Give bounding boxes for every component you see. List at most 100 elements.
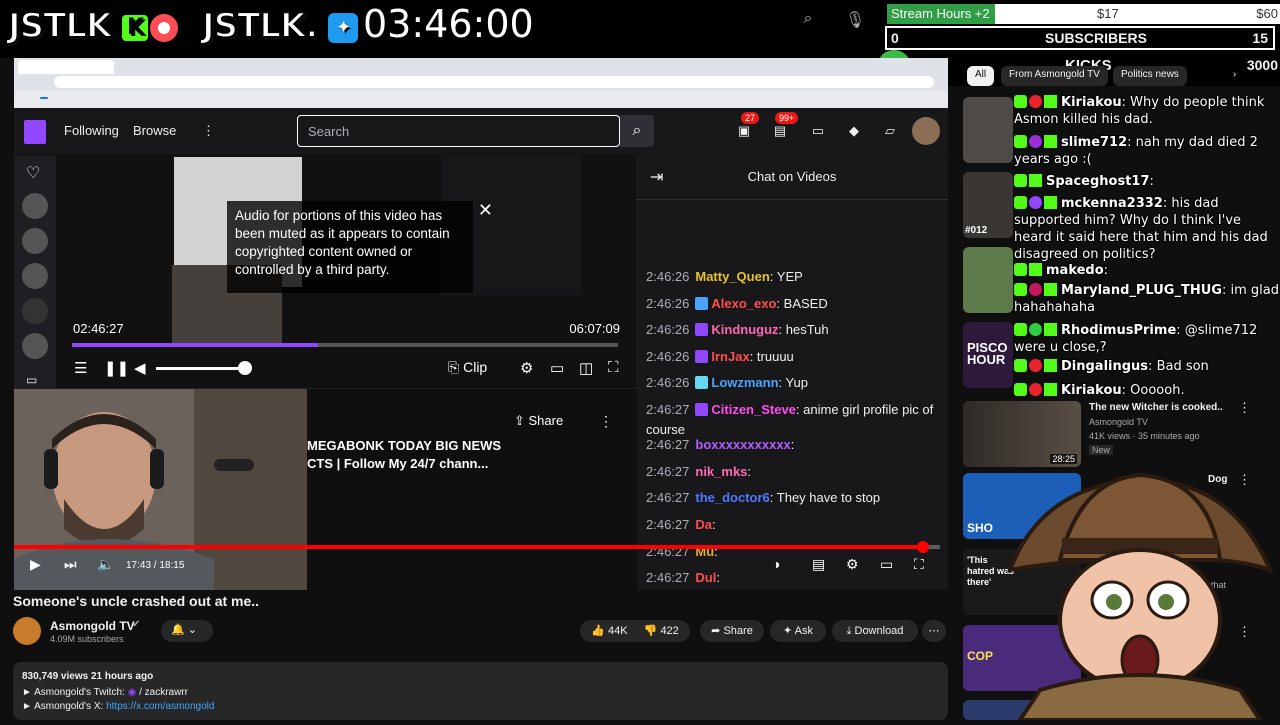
volume-icon[interactable]: 🔈 [97, 556, 114, 573]
chat-username[interactable]: Citizen_Steve [711, 402, 796, 417]
rec-thumbnail[interactable]: PISCO HOUR [963, 322, 1013, 388]
kick-chat-username[interactable]: Kiriakou [1061, 95, 1122, 110]
youtube-progress-bar[interactable] [14, 541, 940, 553]
kick-chat-username[interactable]: Kiriakou [1061, 383, 1122, 398]
chat-username[interactable]: boxxxxxxxxxxx [695, 437, 790, 452]
overlay-share-button[interactable]: ⇪ Share [514, 413, 563, 429]
rec-more-icon[interactable]: ⋮ [1238, 400, 1251, 416]
kick-chat-username[interactable]: Maryland_PLUG_THUG [1061, 283, 1222, 298]
desc-twitch-value[interactable]: / zackrawrr [139, 687, 188, 698]
rec-title[interactable]: The new Witcher is cooked.. [1089, 402, 1229, 413]
set-default-button[interactable] [40, 97, 48, 99]
rec-thumbnail[interactable] [963, 247, 1013, 313]
heart-icon[interactable]: ♡ [26, 163, 40, 183]
bits-icon[interactable]: ▱ [882, 123, 898, 139]
settings-icon[interactable]: ⚙ [520, 359, 533, 377]
nav-browse[interactable]: Browse [133, 123, 176, 138]
chat-username[interactable]: Dul [695, 570, 716, 585]
chip-all[interactable]: All [967, 66, 995, 86]
miniplayer-icon[interactable]: ◫ [579, 359, 593, 377]
crown-icon[interactable]: ◆ [846, 123, 862, 139]
chat-username[interactable]: Matty_Quen [695, 269, 769, 284]
kick-chat-username[interactable]: slime712 [1061, 135, 1127, 150]
stream-hours-label: Stream Hours +2 [887, 4, 995, 24]
rec-channel[interactable]: Asmongold TV [1089, 417, 1148, 427]
rec-thumbnail[interactable] [963, 97, 1013, 163]
microphone-icon[interactable]: 🎙 [845, 10, 865, 30]
download-button[interactable]: ⤓ Download [832, 620, 918, 642]
fullscreen-icon[interactable]: ⛶ [608, 359, 619, 376]
volume-slider-handle[interactable] [238, 361, 252, 375]
sidebar-channel-avatar[interactable] [22, 298, 48, 324]
notification-bell-button[interactable]: 🔔 ⌄ [161, 620, 213, 642]
chip-politics[interactable]: Politics news [1113, 66, 1187, 86]
chat-timestamp: 2:46:26 [646, 322, 690, 337]
video-icon[interactable]: ▭ [26, 373, 37, 387]
dislike-button[interactable]: 👎 422 [644, 625, 679, 637]
youtube-player-overlay[interactable]: ⇪ Share ⋮ MEGABONK TODAY BIG NEWS CTS | … [307, 389, 637, 590]
sidebar-channel-avatar[interactable] [22, 333, 48, 359]
kick-chat-username[interactable]: Spaceghost17 [1046, 174, 1150, 189]
close-icon[interactable]: ✕ [478, 201, 493, 219]
chat-username[interactable]: Lowzmann [711, 375, 778, 390]
search-input[interactable]: Search [297, 115, 620, 147]
more-menu-icon[interactable]: ⋮ [202, 123, 215, 139]
overlay-more-icon[interactable]: ⋮ [599, 413, 613, 430]
subscribers-count: 0 [891, 30, 899, 46]
subtitles-icon[interactable]: ▤ [812, 556, 825, 573]
theater-icon[interactable]: ▭ [880, 556, 893, 573]
play-icon[interactable]: ▶ [30, 556, 41, 573]
rec-thumbnail[interactable]: #012 [963, 172, 1013, 238]
description-box[interactable]: 830,749 views 21 hours ago ► Asmongold's… [13, 662, 948, 720]
chip-from-channel[interactable]: From Asmongold TV [1001, 66, 1108, 86]
sidebar-channel-avatar[interactable] [22, 193, 48, 219]
twitch-logo-icon[interactable] [24, 120, 46, 144]
chat-username[interactable]: the_doctor6 [695, 490, 769, 505]
chapters-icon[interactable]: ☰ [74, 359, 87, 377]
pause-icon[interactable]: ❚❚ [104, 359, 129, 377]
desc-twitch-label: ► Asmongold's Twitch: [22, 687, 125, 698]
youtube-progress-handle[interactable] [917, 541, 929, 553]
chat-username[interactable]: nik_mks [695, 464, 747, 479]
search-icon[interactable]: ⌕ [798, 10, 818, 30]
like-button[interactable]: 👍 44K [591, 625, 627, 637]
chat-badge-icon [695, 350, 709, 363]
notifications-icon[interactable]: ▣ [736, 123, 752, 139]
user-avatar[interactable] [912, 117, 940, 145]
chat-bubble-icon[interactable]: ▭ [810, 123, 826, 139]
twitch-video-player[interactable]: Audio for portions of this video has bee… [56, 155, 636, 388]
chevron-right-icon[interactable]: › [1225, 66, 1244, 86]
kick-chat-username[interactable]: Dingalingus [1061, 359, 1148, 374]
kick-chat-username[interactable]: makedo [1046, 263, 1104, 278]
nav-following[interactable]: Following [64, 123, 119, 138]
channel-name[interactable]: Asmongold TV [50, 619, 135, 633]
chat-username[interactable]: Kindnuguz [711, 322, 778, 337]
desc-x-link[interactable]: https://x.com/asmongold [106, 701, 214, 712]
sidebar-channel-avatar[interactable] [22, 228, 48, 254]
volume-muted-icon[interactable]: ◀ [134, 359, 146, 377]
channel-avatar[interactable] [13, 617, 41, 645]
address-bar[interactable] [54, 76, 934, 88]
chat-username[interactable]: Da [695, 517, 712, 532]
chat-username[interactable]: IrnJax [711, 349, 749, 364]
autoplay-toggle[interactable]: ◑ [772, 556, 780, 572]
fullscreen-icon[interactable]: ⛶ [914, 556, 924, 573]
kick-chat-username[interactable]: mckenna2332 [1061, 196, 1163, 211]
more-actions-button[interactable]: ⋯ [922, 620, 946, 642]
browser-tab[interactable] [18, 60, 114, 74]
chat-username[interactable]: Alexo_exo [711, 296, 776, 311]
ask-button[interactable]: ✦ Ask [770, 620, 826, 642]
clip-button[interactable]: ⎘ Clip [448, 359, 487, 376]
share-button[interactable]: ➦ Share [700, 620, 764, 642]
sidebar-channel-avatar[interactable] [22, 263, 48, 289]
whispers-icon[interactable]: ▤ [772, 123, 788, 139]
player-seekbar[interactable] [72, 343, 618, 347]
thumb-text: COP [967, 649, 994, 663]
settings-icon[interactable]: ⚙ [846, 556, 859, 573]
volume-slider[interactable] [156, 367, 246, 370]
kick-chat-username[interactable]: RhodimusPrime [1061, 323, 1176, 338]
next-icon[interactable]: ⏭ [64, 556, 77, 573]
search-button[interactable]: ⌕ [620, 115, 654, 147]
rec-thumbnail[interactable]: 28:25 [963, 401, 1081, 467]
theatre-mode-icon[interactable]: ▭ [550, 359, 564, 377]
